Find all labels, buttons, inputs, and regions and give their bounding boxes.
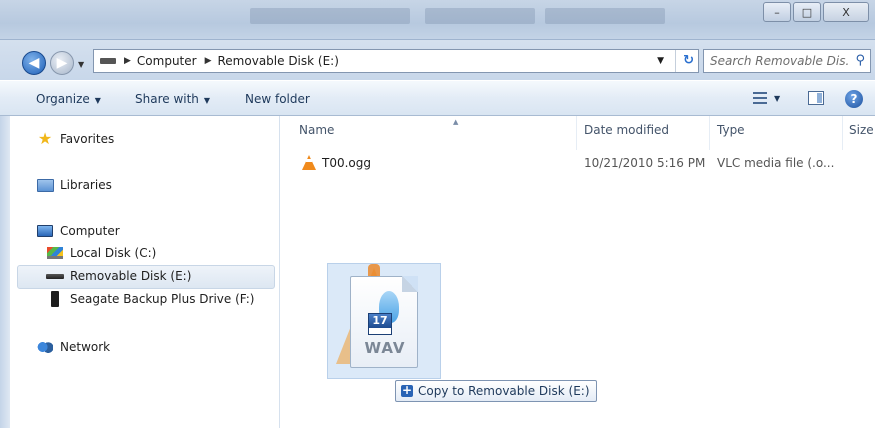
chevron-down-icon: ▼ xyxy=(94,96,101,105)
background-blur xyxy=(250,8,410,24)
column-header-date[interactable]: Date modified xyxy=(584,123,669,137)
file-type: VLC media file (.o... xyxy=(717,156,835,170)
wav-file-icon: 17 WAV xyxy=(350,276,418,368)
file-name: T00.ogg xyxy=(322,156,371,170)
external-drive-icon xyxy=(46,291,64,307)
column-divider[interactable] xyxy=(576,116,577,150)
help-label: ? xyxy=(850,92,858,106)
breadcrumb-separator-icon[interactable]: ▶ xyxy=(124,56,131,66)
new-folder-label: New folder xyxy=(245,92,310,106)
column-label: Name xyxy=(299,123,335,137)
background-blur xyxy=(425,8,535,24)
nav-item-label: Seagate Backup Plus Drive (F:) xyxy=(70,292,255,306)
share-with-label: Share with xyxy=(135,92,199,106)
search-placeholder: Search Removable Dis... xyxy=(710,54,850,68)
sort-ascending-icon: ▲ xyxy=(453,118,459,126)
column-label: Size xyxy=(849,123,874,137)
maximize-button[interactable]: □ xyxy=(793,2,821,22)
column-header-name[interactable]: Name xyxy=(299,123,334,137)
column-divider[interactable] xyxy=(709,116,710,150)
nav-item-seagate[interactable]: Seagate Backup Plus Drive (F:) xyxy=(46,291,254,307)
column-header-size[interactable]: Size xyxy=(849,123,874,137)
minimize-button[interactable]: – xyxy=(763,2,791,22)
column-divider[interactable] xyxy=(842,116,843,150)
back-arrow-icon: ◀ xyxy=(28,55,40,71)
breadcrumb-computer[interactable]: Computer xyxy=(137,54,197,68)
forward-button[interactable]: ▶ xyxy=(50,51,74,75)
command-bar: Organize ▼ Share with ▼ New folder ▼ ? xyxy=(0,80,875,116)
new-folder-button[interactable]: New folder xyxy=(245,92,310,106)
preview-pane-icon[interactable] xyxy=(808,91,824,105)
nav-item-favorites[interactable]: ★ Favorites xyxy=(36,131,114,147)
back-button[interactable]: ◀ xyxy=(22,51,46,75)
divider xyxy=(675,50,676,72)
computer-icon xyxy=(36,223,54,239)
file-extension-label: WAV xyxy=(364,339,406,357)
drag-tooltip: + Copy to Removable Disk (E:) xyxy=(395,380,597,402)
drag-preview: 17 WAV xyxy=(327,263,441,379)
nav-item-label: Network xyxy=(60,340,111,354)
chevron-down-icon: ▼ xyxy=(203,96,211,105)
refresh-icon[interactable]: ↻ xyxy=(683,53,694,68)
window-edge xyxy=(0,116,10,428)
breadcrumb-removable-disk[interactable]: Removable Disk (E:) xyxy=(218,54,339,68)
nav-item-label: Local Disk (C:) xyxy=(70,246,157,260)
nav-item-network[interactable]: Network xyxy=(36,339,110,355)
address-bar[interactable]: ▶ Computer ▶ Removable Disk (E:) ▼ ↻ xyxy=(93,49,699,73)
organize-button[interactable]: Organize ▼ xyxy=(36,92,101,106)
star-icon: ★ xyxy=(37,129,53,148)
minimize-icon: – xyxy=(774,5,780,19)
table-row[interactable]: T00.ogg 10/21/2010 5:16 PM VLC media fil… xyxy=(281,153,875,173)
network-icon xyxy=(36,339,54,355)
help-icon[interactable]: ? xyxy=(845,90,863,108)
recent-pages-dropdown[interactable]: ▼ xyxy=(78,60,84,69)
title-bar: – □ X xyxy=(0,0,875,40)
maximize-icon: □ xyxy=(801,5,813,19)
nav-item-removable-disk[interactable]: Removable Disk (E:) xyxy=(46,268,191,284)
tooltip-text: Copy to Removable Disk (E:) xyxy=(418,384,590,398)
address-dropdown-icon[interactable]: ▼ xyxy=(657,56,664,66)
vlc-file-icon xyxy=(302,155,316,170)
nav-item-label: Removable Disk (E:) xyxy=(70,269,192,283)
column-label: Date modified xyxy=(584,123,670,137)
calendar-icon: 17 xyxy=(368,313,392,335)
forward-arrow-icon: ▶ xyxy=(56,55,68,71)
address-row: ◀ ▶ ▼ ▶ Computer ▶ Removable Disk (E:) ▼… xyxy=(0,40,875,80)
drive-icon xyxy=(100,58,116,64)
column-label: Type xyxy=(717,123,745,137)
close-button[interactable]: X xyxy=(823,2,869,22)
background-blur xyxy=(545,8,665,24)
close-icon: X xyxy=(842,5,850,19)
removable-disk-icon xyxy=(46,268,64,284)
change-view-icon[interactable] xyxy=(753,92,767,104)
breadcrumb-separator-icon[interactable]: ▶ xyxy=(205,56,212,66)
organize-label: Organize xyxy=(36,92,90,106)
nav-item-label: Libraries xyxy=(60,178,112,192)
share-with-button[interactable]: Share with ▼ xyxy=(135,92,210,106)
window-controls: – □ X xyxy=(761,2,869,22)
calendar-number: 17 xyxy=(369,314,391,328)
nav-item-local-disk[interactable]: Local Disk (C:) xyxy=(46,245,156,261)
search-icon[interactable]: ⚲ xyxy=(855,53,865,68)
navigation-pane: ★ Favorites Libraries Computer Local Dis… xyxy=(10,116,280,428)
nav-item-computer[interactable]: Computer xyxy=(36,223,120,239)
column-header-type[interactable]: Type xyxy=(717,123,745,137)
plus-icon: + xyxy=(401,383,413,397)
library-icon xyxy=(36,177,54,193)
nav-item-label: Computer xyxy=(60,224,120,238)
chevron-down-icon[interactable]: ▼ xyxy=(774,94,780,103)
local-disk-icon xyxy=(46,245,64,261)
search-input[interactable]: Search Removable Dis... ⚲ xyxy=(703,49,871,73)
nav-item-libraries[interactable]: Libraries xyxy=(36,177,112,193)
file-date: 10/21/2010 5:16 PM xyxy=(584,156,706,170)
nav-item-label: Favorites xyxy=(60,132,115,146)
